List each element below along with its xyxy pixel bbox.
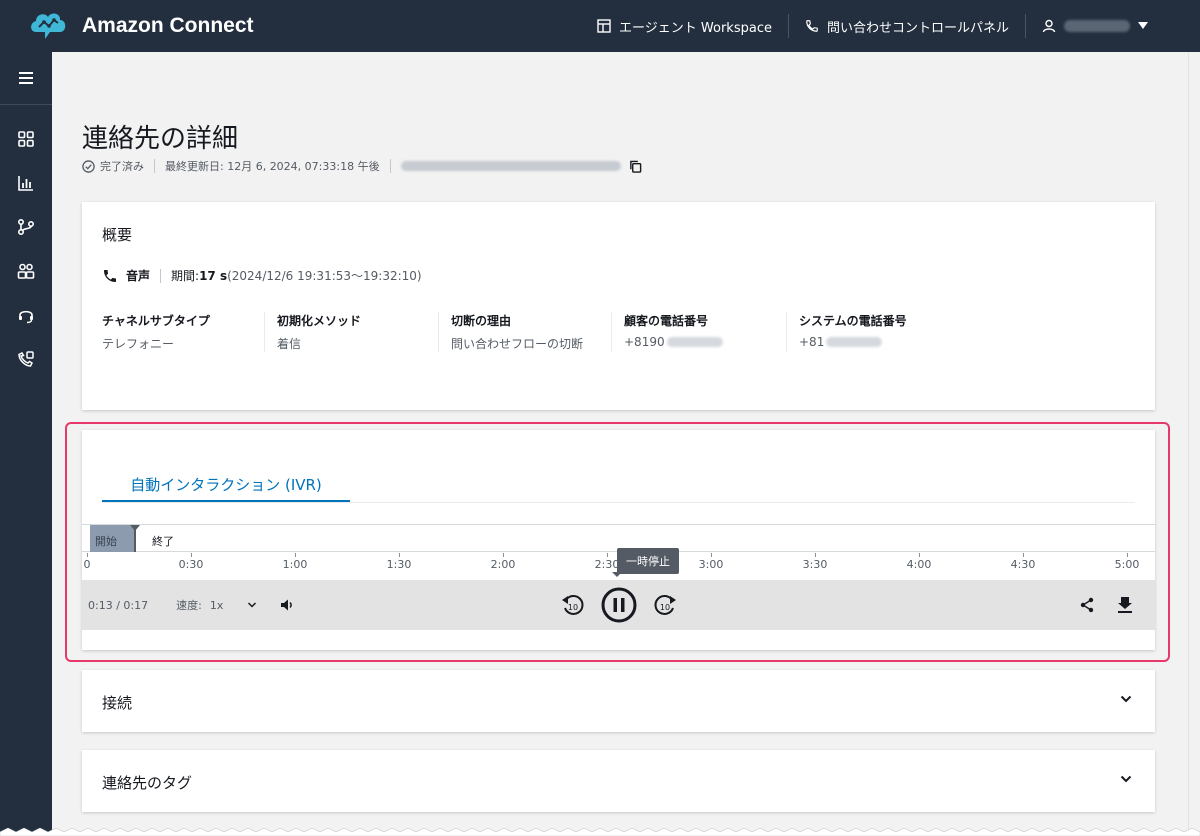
field-initiation-method: 初期化メソッド 着信: [264, 312, 438, 352]
channel-summary: 音声 期間: 17 s (2024/12/6 19:31:53〜19:32:10…: [102, 267, 422, 284]
accordion-title: 接続: [102, 694, 133, 712]
field-label: チャネルサブタイプ: [102, 314, 210, 328]
sidebar-item-contact-search[interactable]: [0, 337, 52, 381]
field-label: システムの電話番号: [799, 314, 907, 328]
sidebar: [0, 52, 52, 836]
overview-fields: チャネルサブタイプ テレフォニー 初期化メソッド 着信 切断の理由 問い合わせフ…: [102, 312, 966, 352]
field-value: テレフォニー: [102, 337, 175, 351]
main-content: 連絡先の詳細 完了済み 最終更新日: 12月 6, 2024, 07:33:18…: [52, 52, 1188, 836]
field-label: 初期化メソッド: [277, 314, 362, 328]
field-label: 顧客の電話番号: [624, 314, 709, 328]
bar-chart-icon: [18, 176, 33, 191]
field-value-wrap: +8190: [624, 335, 768, 349]
workspace-grid-icon: [597, 19, 611, 33]
last-updated-text: 最終更新日: 12月 6, 2024, 07:33:18 午後: [165, 160, 380, 173]
connection-accordion[interactable]: 接続: [82, 670, 1155, 732]
amazon-connect-logo-icon: [31, 13, 66, 40]
sidebar-item-users[interactable]: [0, 249, 52, 293]
chevron-down-icon: [1120, 695, 1132, 703]
customer-phone-prefix: +8190: [624, 335, 665, 349]
contact-control-panel-label: 問い合わせコントロールパネル: [826, 20, 1009, 36]
phone-icon: [104, 269, 116, 282]
caret-down-icon: [1138, 22, 1148, 29]
agent-workspace-link[interactable]: エージェント Workspace: [581, 17, 788, 36]
overview-title: 概要: [102, 226, 133, 244]
field-disconnect-reason: 切断の理由 問い合わせフローの切断: [438, 312, 611, 352]
channel-type: 音声: [126, 269, 151, 283]
contact-id-redacted: [400, 161, 621, 171]
torn-edge-decoration: [0, 828, 1200, 836]
meta-divider: [160, 268, 162, 283]
user-name-redacted: [1064, 20, 1130, 32]
agent-workspace-label: エージェント Workspace: [619, 20, 772, 36]
chevron-down-icon: [1120, 775, 1132, 783]
field-customer-phone: 顧客の電話番号 +8190: [611, 312, 786, 352]
app-title: Amazon Connect: [82, 14, 254, 37]
routing-flow-icon: [17, 218, 35, 236]
system-phone-prefix: +81: [799, 335, 825, 349]
menu-toggle-button[interactable]: [0, 52, 52, 104]
field-label: 切断の理由: [451, 314, 512, 328]
customer-phone-redacted: [666, 337, 723, 347]
duration-label: 期間:: [171, 269, 200, 283]
meta-divider: [389, 159, 391, 173]
contact-meta-row: 完了済み 最終更新日: 12月 6, 2024, 07:33:18 午後: [82, 158, 642, 174]
status-text: 完了済み: [100, 160, 144, 173]
user-icon: [1042, 19, 1056, 33]
meta-divider: [154, 159, 155, 173]
sidebar-item-channels[interactable]: [0, 293, 52, 337]
highlight-annotation-box: [65, 422, 1170, 662]
sidebar-item-routing[interactable]: [0, 205, 52, 249]
field-value: 問い合わせフローの切断: [451, 337, 584, 351]
overview-card: 概要 音声 期間: 17 s (2024/12/6 19:31:53〜19:32…: [82, 202, 1155, 410]
duration-range: (2024/12/6 19:31:53〜19:32:10): [227, 269, 422, 283]
field-value-wrap: +81: [799, 335, 948, 349]
duration-value: 17 s: [199, 268, 228, 283]
phone-icon: [806, 20, 818, 32]
field-system-phone: システムの電話番号 +81: [786, 312, 966, 352]
vertical-scrollbar[interactable]: [1188, 52, 1200, 836]
dashboard-grid-icon: [18, 131, 34, 147]
contact-tags-accordion[interactable]: 連絡先のタグ: [82, 750, 1155, 812]
check-circle-icon: [82, 159, 95, 173]
field-channel-subtype: チャネルサブタイプ テレフォニー: [102, 312, 264, 352]
accordion-title: 連絡先のタグ: [102, 774, 193, 792]
phone-search-icon: [18, 351, 34, 367]
system-phone-redacted: [826, 337, 883, 347]
users-icon: [17, 263, 35, 279]
headset-icon: [19, 310, 33, 324]
sidebar-item-dashboard[interactable]: [0, 117, 52, 161]
sidebar-item-analytics[interactable]: [0, 161, 52, 205]
copy-icon[interactable]: [629, 160, 642, 173]
top-navigation-bar: Amazon Connect エージェント Workspace 問い合わせコント…: [0, 0, 1200, 52]
user-menu[interactable]: [1026, 19, 1164, 33]
page-title: 連絡先の詳細: [82, 124, 239, 154]
field-value: 着信: [277, 337, 302, 351]
hamburger-menu-icon: [19, 72, 33, 84]
contact-control-panel-link[interactable]: 問い合わせコントロールパネル: [789, 17, 1025, 36]
